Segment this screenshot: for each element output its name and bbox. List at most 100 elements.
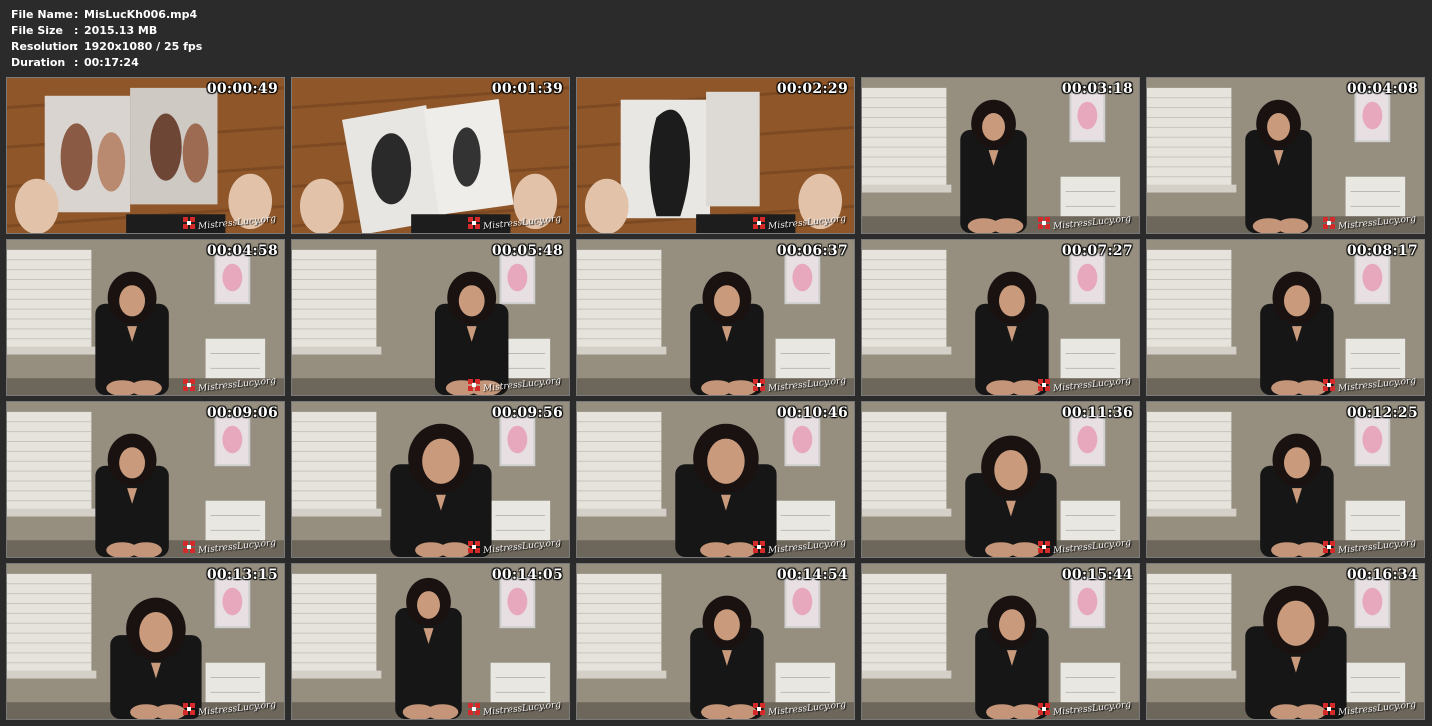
thumbnail-frame-image xyxy=(7,78,284,233)
watermark-logo-icon xyxy=(467,217,480,229)
thumbnail-timestamp: 00:06:37 xyxy=(776,243,848,259)
watermark: MistressLucy.org xyxy=(752,700,846,718)
watermark-logo-icon xyxy=(467,541,480,553)
thumbnail-timestamp: 00:09:06 xyxy=(206,405,278,421)
video-thumbnail: 00:14:05 MistressLucy.org xyxy=(291,563,570,720)
thumbnail-frame-image xyxy=(577,402,854,557)
video-thumbnail: 00:04:58 MistressLucy.org xyxy=(6,239,285,396)
watermark-logo-icon xyxy=(1037,217,1050,229)
duration-value: 00:17:24 xyxy=(84,56,139,69)
thumbnail-frame-image xyxy=(292,564,569,719)
file-size-value: 2015.13 MB xyxy=(84,24,158,37)
watermark: MistressLucy.org xyxy=(467,700,561,718)
watermark-logo-icon xyxy=(752,541,765,553)
resolution-row: Resolution : 1920x1080 / 25 fps xyxy=(11,39,202,55)
watermark: MistressLucy.org xyxy=(182,376,276,394)
thumbnail-frame-image xyxy=(862,78,1139,233)
thumbnail-frame-image xyxy=(292,402,569,557)
thumbnail-frame-image xyxy=(862,240,1139,395)
video-thumbnail: 00:10:46 MistressLucy.org xyxy=(576,401,855,558)
thumbnail-frame-image xyxy=(7,402,284,557)
video-thumbnail: 00:11:36 MistressLucy.org xyxy=(861,401,1140,558)
watermark-logo-icon xyxy=(182,541,195,553)
thumbnail-timestamp: 00:02:29 xyxy=(776,81,848,97)
thumbnail-timestamp: 00:08:17 xyxy=(1346,243,1418,259)
watermark: MistressLucy.org xyxy=(467,376,561,394)
duration-separator: : xyxy=(74,56,79,69)
thumbnail-frame-image xyxy=(577,240,854,395)
thumbnail-frame-image xyxy=(862,402,1139,557)
thumbnail-frame-image xyxy=(7,240,284,395)
resolution-value: 1920x1080 / 25 fps xyxy=(84,40,203,53)
thumbnail-frame-image xyxy=(1147,78,1424,233)
watermark: MistressLucy.org xyxy=(1322,214,1416,232)
watermark: MistressLucy.org xyxy=(182,538,276,556)
watermark-logo-icon xyxy=(1037,541,1050,553)
thumbnail-frame-image xyxy=(1147,402,1424,557)
watermark: MistressLucy.org xyxy=(752,376,846,394)
watermark: MistressLucy.org xyxy=(467,538,561,556)
thumbnail-timestamp: 00:09:56 xyxy=(491,405,563,421)
watermark-logo-icon xyxy=(1037,703,1050,715)
watermark: MistressLucy.org xyxy=(1037,214,1131,232)
watermark-logo-icon xyxy=(1322,379,1335,391)
thumbnail-grid: 00:00:49 MistressLucy.org 00:01:39 Mistress… xyxy=(6,77,1427,720)
file-name-value: MisLucKh006.mp4 xyxy=(84,8,198,21)
video-thumbnail: 00:00:49 MistressLucy.org xyxy=(6,77,285,234)
thumbnail-timestamp: 00:11:36 xyxy=(1061,405,1133,421)
thumbnail-timestamp: 00:01:39 xyxy=(491,81,563,97)
watermark-logo-icon xyxy=(1322,703,1335,715)
watermark-logo-icon xyxy=(1037,379,1050,391)
thumbnail-timestamp: 00:04:08 xyxy=(1346,81,1418,97)
thumbnail-timestamp: 00:12:25 xyxy=(1346,405,1418,421)
resolution-separator: : xyxy=(74,40,79,53)
thumbnail-timestamp: 00:14:54 xyxy=(776,567,848,583)
watermark-logo-icon xyxy=(1322,541,1335,553)
thumbnail-timestamp: 00:03:18 xyxy=(1061,81,1133,97)
file-size-separator: : xyxy=(74,24,79,37)
video-thumbnail: 00:03:18 MistressLucy.org xyxy=(861,77,1140,234)
thumbnail-frame-image xyxy=(577,564,854,719)
thumbnail-frame-image xyxy=(7,564,284,719)
watermark: MistressLucy.org xyxy=(752,538,846,556)
video-thumbnail: 00:04:08 MistressLucy.org xyxy=(1146,77,1425,234)
watermark-logo-icon xyxy=(182,217,195,229)
file-size-row: File Size : 2015.13 MB xyxy=(11,23,202,39)
watermark: MistressLucy.org xyxy=(1322,538,1416,556)
thumbnail-frame-image xyxy=(1147,564,1424,719)
thumbnail-frame-image xyxy=(862,564,1139,719)
video-thumbnail: 00:13:15 MistressLucy.org xyxy=(6,563,285,720)
file-size-label: File Size xyxy=(11,24,63,37)
video-thumbnail: 00:07:27 MistressLucy.org xyxy=(861,239,1140,396)
video-thumbnail: 00:05:48 MistressLucy.org xyxy=(291,239,570,396)
file-name-label: File Name xyxy=(11,8,73,21)
file-name-row: File Name : MisLucKh006.mp4 xyxy=(11,7,202,23)
video-thumbnail: 00:02:29 MistressLucy.org xyxy=(576,77,855,234)
thumbnail-timestamp: 00:10:46 xyxy=(776,405,848,421)
video-thumbnail: 00:15:44 MistressLucy.org xyxy=(861,563,1140,720)
thumbnail-timestamp: 00:15:44 xyxy=(1061,567,1133,583)
watermark: MistressLucy.org xyxy=(1037,376,1131,394)
duration-row: Duration : 00:17:24 xyxy=(11,55,202,71)
thumbnail-frame-image xyxy=(577,78,854,233)
video-thumbnail: 00:16:34 MistressLucy.org xyxy=(1146,563,1425,720)
watermark: MistressLucy.org xyxy=(467,214,561,232)
watermark: MistressLucy.org xyxy=(1322,376,1416,394)
thumbnail-timestamp: 00:04:58 xyxy=(206,243,278,259)
video-thumbnail: 00:14:54 MistressLucy.org xyxy=(576,563,855,720)
watermark: MistressLucy.org xyxy=(1037,538,1131,556)
thumbnail-timestamp: 00:07:27 xyxy=(1061,243,1133,259)
resolution-label: Resolution xyxy=(11,40,78,53)
watermark-logo-icon xyxy=(467,703,480,715)
watermark-logo-icon xyxy=(182,703,195,715)
video-thumbnail: 00:08:17 MistressLucy.org xyxy=(1146,239,1425,396)
watermark: MistressLucy.org xyxy=(752,214,846,232)
thumbnail-timestamp: 00:05:48 xyxy=(491,243,563,259)
video-thumbnail: 00:09:06 MistressLucy.org xyxy=(6,401,285,558)
thumbnail-frame-image xyxy=(292,78,569,233)
video-thumbnail: 00:09:56 MistressLucy.org xyxy=(291,401,570,558)
thumbnail-timestamp: 00:16:34 xyxy=(1346,567,1418,583)
watermark: MistressLucy.org xyxy=(1322,700,1416,718)
thumbnail-timestamp: 00:00:49 xyxy=(206,81,278,97)
watermark-logo-icon xyxy=(752,703,765,715)
